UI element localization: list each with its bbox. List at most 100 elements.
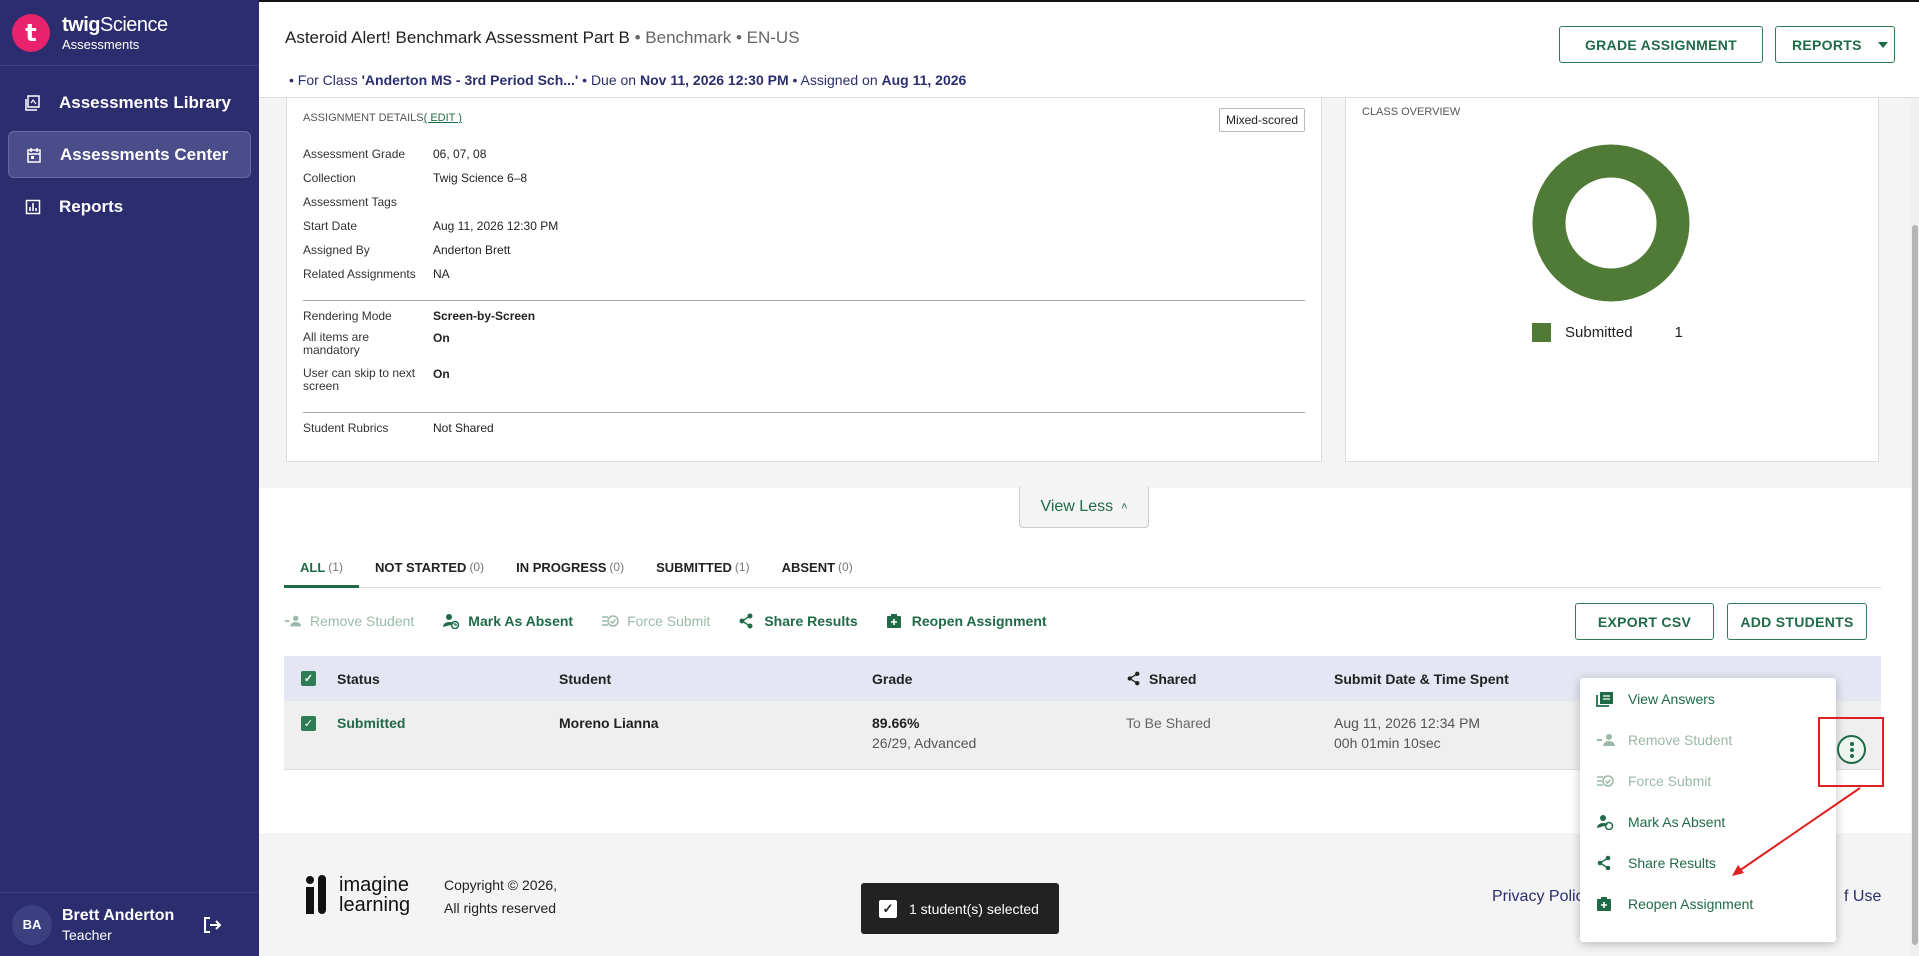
share-icon [738,613,756,629]
donut-segment-submitted [1532,144,1690,302]
class-overview-heading: CLASS OVERVIEW [1362,106,1461,118]
detail-value: Aug 11, 2026 12:30 PM [433,219,559,233]
select-all-checkbox[interactable]: ✓ [301,671,316,686]
chevron-up-icon: ˄ [1121,501,1128,513]
share-icon [1596,855,1616,871]
scrollbar-thumb[interactable] [1912,225,1918,945]
menu-item-share-results[interactable]: Share Results [1596,855,1716,871]
shared-cell: To Be Shared [1126,715,1211,731]
menu-item-reopen-assignment[interactable]: Reopen Assignment [1596,896,1753,912]
grade-cell: 89.66% [872,715,920,731]
brand-subtitle: Assessments [62,36,140,52]
detail-label: Assigned By [303,243,370,257]
user-role: Teacher [62,926,112,943]
detail-label: User can skip to next screen [303,366,416,393]
legend-label: Submitted [1565,324,1633,341]
sidebar-item-label: Assessments Library [59,92,231,112]
reopen-assignment-button[interactable]: Reopen Assignment [886,613,1047,629]
detail-label: Related Assignments [303,267,416,281]
menu-item-force-submit[interactable]: Force Submit [1596,773,1711,789]
detail-value: Anderton Brett [433,243,511,257]
detail-value: Twig Science 6–8 [433,171,528,185]
export-csv-button[interactable]: EXPORT CSV [1575,603,1714,640]
detail-label: All items are mandatory [303,330,370,357]
privacy-policy-link[interactable]: Privacy Polic [1492,888,1584,906]
annotation-arrow [1732,787,1861,876]
imagine-learning-logo: imagine learning [305,875,410,915]
remove-student-button[interactable]: Remove Student [284,613,414,629]
share-results-button[interactable]: Share Results [738,613,858,629]
calendar-icon [25,146,43,164]
legend-swatch [1532,323,1551,342]
reopen-icon [1596,896,1616,912]
force-submit-icon [601,613,619,629]
logout-icon[interactable] [202,915,222,935]
chart-icon [24,198,42,216]
column-header-grade: Grade [872,670,913,687]
tab-absent[interactable]: ABSENT (0) [766,554,869,588]
class-overview-panel: CLASS OVERVIEW Submitted 1 [1345,98,1879,462]
add-students-button[interactable]: ADD STUDENTS [1727,603,1867,640]
detail-value: On [433,367,450,381]
legend-count: 1 [1674,324,1683,341]
assignment-details-panel: ASSIGNMENT DETAILS( EDIT ) Mixed-scored … [286,98,1322,462]
divider [303,412,1305,413]
kebab-icon [1849,741,1854,758]
tab-not-started[interactable]: NOT STARTED (0) [359,554,500,588]
brand[interactable]: t twigScience Assessments [0,0,259,66]
assignment-summary: • For Class 'Anderton MS - 3rd Period Sc… [289,72,967,88]
terms-of-use-link[interactable]: f Use [1844,888,1881,906]
sidebar-item-assessments-center[interactable]: Assessments Center [8,131,251,178]
chart-legend: Submitted 1 [1532,323,1683,342]
view-answers-icon [1596,691,1616,707]
remove-user-icon [1596,733,1616,747]
mixed-scored-badge: Mixed-scored [1218,108,1305,132]
edit-details-link[interactable]: ( EDIT ) [424,112,462,124]
bulk-actions-bar: Remove Student Mark As Absent Force Subm… [284,613,1075,629]
tab-in-progress[interactable]: IN PROGRESS (0) [500,554,640,588]
menu-item-mark-as-absent[interactable]: Mark As Absent [1596,814,1725,830]
donut-chart [1532,144,1690,302]
brand-logo: t [12,13,50,52]
sidebar-item-assessments-library[interactable]: Assessments Library [8,79,251,126]
mark-as-absent-button[interactable]: Mark As Absent [442,613,573,629]
grade-detail-cell: 26/29, Advanced [872,735,977,751]
detail-label: Start Date [303,219,358,233]
student-name-cell[interactable]: Moreno Lianna [559,715,659,731]
divider [303,300,1305,301]
submit-date-cell: Aug 11, 2026 12:34 PM [1334,715,1481,731]
detail-value: 06, 07, 08 [433,147,487,161]
view-less-button[interactable]: View Less ˄ [1019,487,1149,528]
library-icon [24,94,42,112]
tab-submitted[interactable]: SUBMITTED (1) [640,554,766,588]
copyright: Copyright © 2026, All rights reserved [444,877,558,916]
caret-down-icon [1877,41,1888,48]
time-spent-cell: 00h 01min 10sec [1334,735,1441,751]
detail-value: On [433,331,450,345]
grade-assignment-button[interactable]: GRADE ASSIGNMENT [1559,26,1763,63]
row-actions-kebab-button[interactable] [1837,735,1866,764]
status-cell: Submitted [337,715,406,731]
menu-item-remove-student[interactable]: Remove Student [1596,732,1732,748]
column-header-submit-date: Submit Date & Time Spent [1334,670,1509,687]
share-icon [1127,671,1140,686]
sidebar-item-reports[interactable]: Reports [8,183,251,230]
detail-value: Not Shared [433,421,494,435]
reports-dropdown-button[interactable]: REPORTS [1775,26,1895,63]
detail-label: Student Rubrics [303,421,389,435]
absent-user-icon [442,613,460,629]
force-submit-button[interactable]: Force Submit [601,613,710,629]
selection-toast: ✓ 1 student(s) selected [861,883,1059,934]
row-checkbox[interactable]: ✓ [301,716,316,731]
sidebar-item-label: Assessments Center [60,144,229,164]
detail-value: NA [433,267,450,281]
menu-item-view-answers[interactable]: View Answers [1596,691,1715,707]
checkbox-checked-icon: ✓ [879,899,897,918]
detail-label: Rendering Mode [303,309,392,323]
tab-all[interactable]: ALL (1) [284,554,359,588]
detail-label: Assessment Grade [303,147,406,161]
absent-user-icon [1596,814,1616,830]
detail-label: Collection [303,171,356,185]
detail-value: Screen-by-Screen [433,309,536,323]
avatar: BA [12,904,52,945]
